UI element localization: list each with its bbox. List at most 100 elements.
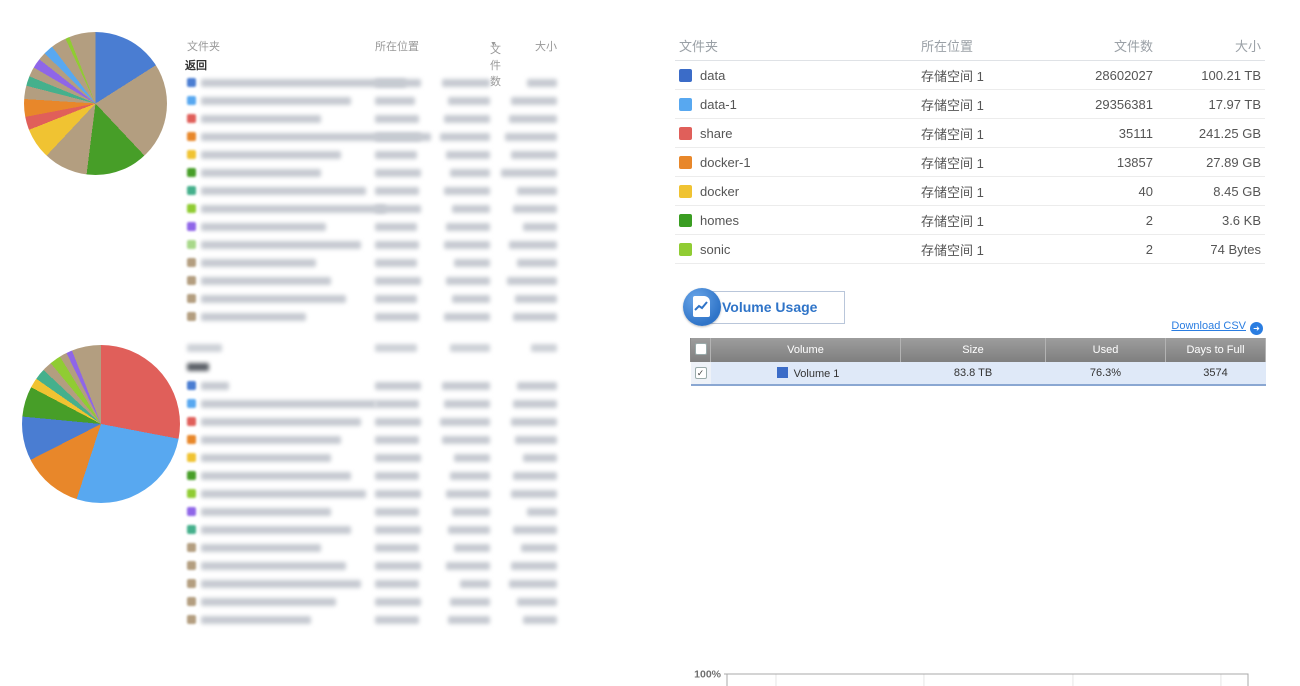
folder-row-share[interactable]: share存储空间 135111241.25 GB — [675, 119, 1265, 148]
folder-color-icon — [187, 489, 196, 498]
folder-row-redacted[interactable] — [185, 521, 560, 539]
folder-row-sonic[interactable]: sonic存储空间 1274 Bytes — [675, 235, 1265, 264]
folder-row-data-1[interactable]: data-1存储空间 12935638117.97 TB — [675, 90, 1265, 119]
redacted-text-block — [513, 205, 557, 213]
folder-color-icon — [187, 222, 196, 231]
redacted-text-block — [201, 508, 331, 516]
folder-row-docker[interactable]: docker存储空间 1408.45 GB — [675, 177, 1265, 206]
folder-row-redacted[interactable] — [185, 110, 560, 128]
redacted-text-block — [201, 562, 346, 570]
folder-row-redacted[interactable] — [185, 146, 560, 164]
folder-color-icon — [187, 561, 196, 570]
volume-usage-title: Volume Usage — [722, 299, 817, 315]
folder-row-redacted[interactable] — [185, 611, 560, 629]
folder-row-redacted[interactable] — [185, 272, 560, 290]
volume-row-checkbox[interactable]: ✓ — [691, 362, 711, 385]
download-csv-link[interactable]: Download CSV➜ — [1171, 320, 1263, 335]
redacted-text-block — [375, 508, 419, 516]
right-panel: 文件夹 所在位置 文件数 大小 data存储空间 128602027100.21… — [675, 0, 1265, 686]
column-header-volume[interactable]: Volume — [711, 338, 901, 362]
redacted-text-block — [460, 580, 490, 588]
column-header-folder[interactable]: 文件夹 — [187, 38, 220, 54]
folder-row-redacted[interactable] — [185, 164, 560, 182]
folder-row-redacted[interactable] — [185, 539, 560, 557]
folder-file-count: 35111 — [1065, 119, 1157, 148]
folder-row-redacted[interactable] — [185, 575, 560, 593]
column-header-count[interactable]: 文件数 — [1065, 30, 1157, 61]
redacted-text-block — [442, 436, 490, 444]
folder-row-redacted[interactable] — [185, 218, 560, 236]
volume-days-to-full: 3574 — [1166, 362, 1266, 385]
folder-row-redacted[interactable] — [185, 395, 560, 413]
folder-row-redacted[interactable] — [185, 200, 560, 218]
table-header-row-redacted — [185, 338, 560, 360]
redacted-text-block — [527, 508, 557, 516]
column-header-days-to-full[interactable]: Days to Full — [1166, 338, 1266, 362]
redacted-text-block — [201, 526, 351, 534]
folder-color-icon — [187, 186, 196, 195]
volume-name: Volume 1 — [794, 368, 840, 380]
folder-color-icon — [187, 597, 196, 606]
redacted-text-block — [375, 382, 421, 390]
redacted-text-block — [513, 526, 557, 534]
redacted-text-block — [505, 133, 557, 141]
redacted-text-block — [375, 490, 421, 498]
column-header-location[interactable]: 所在位置 — [917, 30, 1065, 61]
redacted-text-block — [444, 187, 490, 195]
back-link[interactable]: 返回 — [185, 57, 560, 74]
folder-row-redacted[interactable] — [185, 593, 560, 611]
folder-row-redacted[interactable] — [185, 449, 560, 467]
folder-color-icon — [187, 525, 196, 534]
redacted-text-block — [375, 544, 419, 552]
folder-color-icon — [187, 399, 196, 408]
select-all-checkbox[interactable] — [691, 338, 711, 362]
redacted-text-block — [187, 363, 209, 371]
redacted-text-block — [511, 562, 557, 570]
column-header-size[interactable]: Size — [901, 338, 1046, 362]
folder-color-icon — [187, 381, 196, 390]
redacted-text-block — [375, 133, 421, 141]
folder-file-count: 2 — [1065, 206, 1157, 235]
folder-row-data[interactable]: data存储空间 128602027100.21 TB — [675, 61, 1265, 90]
folder-row-redacted[interactable] — [185, 74, 560, 92]
redacted-text-block — [515, 295, 557, 303]
redacted-text-block — [446, 277, 490, 285]
redacted-text-block — [375, 115, 419, 123]
folder-size-pie-chart-bottom — [22, 345, 180, 503]
folder-row-redacted[interactable] — [185, 182, 560, 200]
folder-color-icon — [187, 471, 196, 480]
redacted-text-block — [201, 436, 341, 444]
column-header-location[interactable]: 所在位置 — [375, 38, 419, 54]
folder-row-redacted[interactable] — [185, 377, 560, 395]
folder-row-redacted[interactable] — [185, 92, 560, 110]
redacted-text-block — [201, 418, 361, 426]
folder-row-redacted[interactable] — [185, 308, 560, 326]
folder-row-redacted[interactable] — [185, 557, 560, 575]
redacted-text-block — [201, 400, 376, 408]
redacted-text-block — [444, 241, 490, 249]
volume-row[interactable]: ✓ Volume 1 83.8 TB 76.3% 3574 — [691, 362, 1266, 385]
folder-color-icon — [187, 312, 196, 321]
folder-name: docker-1 — [700, 155, 751, 170]
folder-row-docker-1[interactable]: docker-1存储空间 11385727.89 GB — [675, 148, 1265, 177]
folder-row-redacted[interactable] — [185, 485, 560, 503]
column-header-size[interactable]: 大小 — [535, 38, 557, 54]
folder-row-redacted[interactable] — [185, 467, 560, 485]
back-link-redacted[interactable] — [185, 360, 560, 377]
folder-row-redacted[interactable] — [185, 413, 560, 431]
column-header-size[interactable]: 大小 — [1157, 30, 1265, 61]
folder-row-redacted[interactable] — [185, 290, 560, 308]
folder-row-redacted[interactable] — [185, 503, 560, 521]
redacted-text-block — [446, 490, 490, 498]
folder-row-homes[interactable]: homes存储空间 123.6 KB — [675, 206, 1265, 235]
folder-row-redacted[interactable] — [185, 254, 560, 272]
redacted-text-block — [450, 598, 490, 606]
folder-row-redacted[interactable] — [185, 431, 560, 449]
folder-row-redacted[interactable] — [185, 128, 560, 146]
redacted-text-block — [201, 115, 321, 123]
column-header-folder[interactable]: 文件夹 — [675, 30, 917, 61]
column-header-used[interactable]: Used — [1046, 338, 1166, 362]
redacted-text-block — [515, 436, 557, 444]
redacted-text-block — [375, 151, 417, 159]
folder-row-redacted[interactable] — [185, 236, 560, 254]
